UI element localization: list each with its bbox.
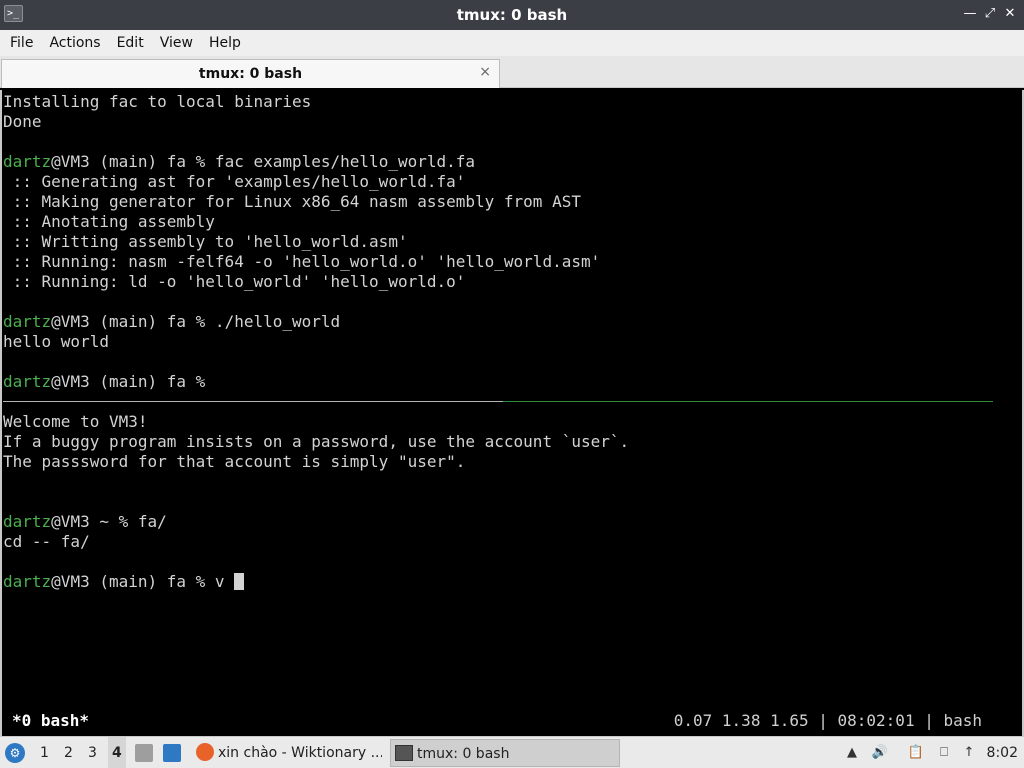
clipboard-icon[interactable]: 📋 (907, 744, 925, 762)
task-firefox[interactable]: xin chào - Wiktionary ... (192, 739, 382, 767)
file-manager-icon[interactable] (135, 744, 153, 762)
menu-bar: File Actions Edit View Help (0, 30, 1024, 56)
firefox-icon (196, 743, 214, 761)
terminal-line: hello world (3, 332, 109, 351)
terminal-line: cd -- fa/ (3, 532, 90, 551)
terminal-line: :: Writting assembly to 'hello_world.asm… (3, 232, 408, 251)
task-terminal[interactable]: tmux: 0 bash (390, 739, 620, 767)
menu-actions[interactable]: Actions (41, 30, 108, 56)
menu-view[interactable]: View (152, 30, 201, 56)
terminal-line: :: Generating ast for 'examples/hello_wo… (3, 172, 466, 191)
terminal-prompt-line: dartz@VM3 (main) fa % (3, 372, 206, 391)
menu-file[interactable]: File (2, 30, 41, 56)
prompt-user: dartz (3, 312, 52, 331)
terminal-prompt-line: dartz@VM3 (main) fa % ./hello_world (3, 312, 341, 331)
update-notifier-icon[interactable]: ↑ (960, 744, 978, 762)
prompt-user: dartz (3, 152, 52, 171)
tab-label: tmux: 0 bash (198, 66, 303, 82)
terminal-prompt-line: dartz@VM3 ~ % fa/ (3, 512, 167, 531)
window-titlebar: >_ tmux: 0 bash — ⤢ ✕ (0, 0, 1024, 30)
menu-help[interactable]: Help (201, 30, 249, 56)
tmux-window-status[interactable]: *0 bash* (12, 711, 89, 731)
network-icon[interactable]: ⎕ (935, 744, 953, 762)
tab-bar: tmux: 0 bash × (0, 56, 1024, 88)
task-firefox-label: xin chào - Wiktionary ... (218, 745, 382, 761)
prompt-user: dartz (3, 372, 52, 391)
workspace-2[interactable]: 2 (64, 737, 73, 768)
terminal-line: Installing fac to local binaries (3, 92, 312, 111)
terminal-line: :: Making generator for Linux x86_64 nas… (3, 192, 581, 211)
prompt-user: dartz (3, 512, 52, 531)
task-terminal-label: tmux: 0 bash (417, 746, 510, 762)
up-arrow-icon[interactable]: ▲ (843, 744, 861, 762)
terminal-icon (395, 745, 413, 761)
terminal-line: If a buggy program insists on a password… (3, 432, 630, 451)
window-title: tmux: 0 bash (456, 6, 568, 24)
terminal-line: Welcome to VM3! (3, 412, 148, 431)
tab-tmux-bash[interactable]: tmux: 0 bash × (1, 59, 500, 88)
taskbar: ⚙ 1 2 3 4 xin chào - Wiktionary ... tmux… (0, 736, 1024, 768)
close-icon[interactable]: ✕ (1000, 4, 1020, 24)
terminal-cursor (234, 573, 245, 590)
tmux-status-right: 0.07 1.38 1.65 | 08:02:01 | bash (673, 711, 982, 730)
workspace-4[interactable]: 4 (108, 737, 126, 768)
minimize-icon[interactable]: — (960, 4, 980, 24)
restore-icon[interactable]: ⤢ (980, 4, 1000, 24)
terminal-prompt-line[interactable]: dartz@VM3 (main) fa % v (3, 572, 245, 592)
prompt-user: dartz (3, 572, 52, 591)
menu-edit[interactable]: Edit (109, 30, 152, 56)
tab-close-icon[interactable]: × (479, 64, 491, 80)
workspace-1[interactable]: 1 (40, 737, 49, 768)
start-menu-icon[interactable]: ⚙ (5, 743, 25, 763)
volume-icon[interactable]: 🔊 (871, 744, 889, 762)
terminal-line: Done (3, 112, 42, 131)
terminal-line: The passsword for that account is simply… (3, 452, 466, 471)
show-desktop-icon[interactable] (163, 744, 181, 762)
terminal-line: :: Running: nasm -felf64 -o 'hello_world… (3, 252, 601, 271)
terminal-area[interactable]: Installing fac to local binaries Done da… (0, 90, 1024, 736)
clock[interactable]: 8:02 (987, 737, 1018, 768)
terminal-prompt-line: dartz@VM3 (main) fa % fac examples/hello… (3, 152, 476, 171)
terminal-line: :: Anotating assembly (3, 212, 215, 231)
tmux-pane-divider[interactable] (3, 401, 993, 402)
workspace-3[interactable]: 3 (88, 737, 97, 768)
terminal-line: :: Running: ld -o 'hello_world' 'hello_w… (3, 272, 466, 291)
